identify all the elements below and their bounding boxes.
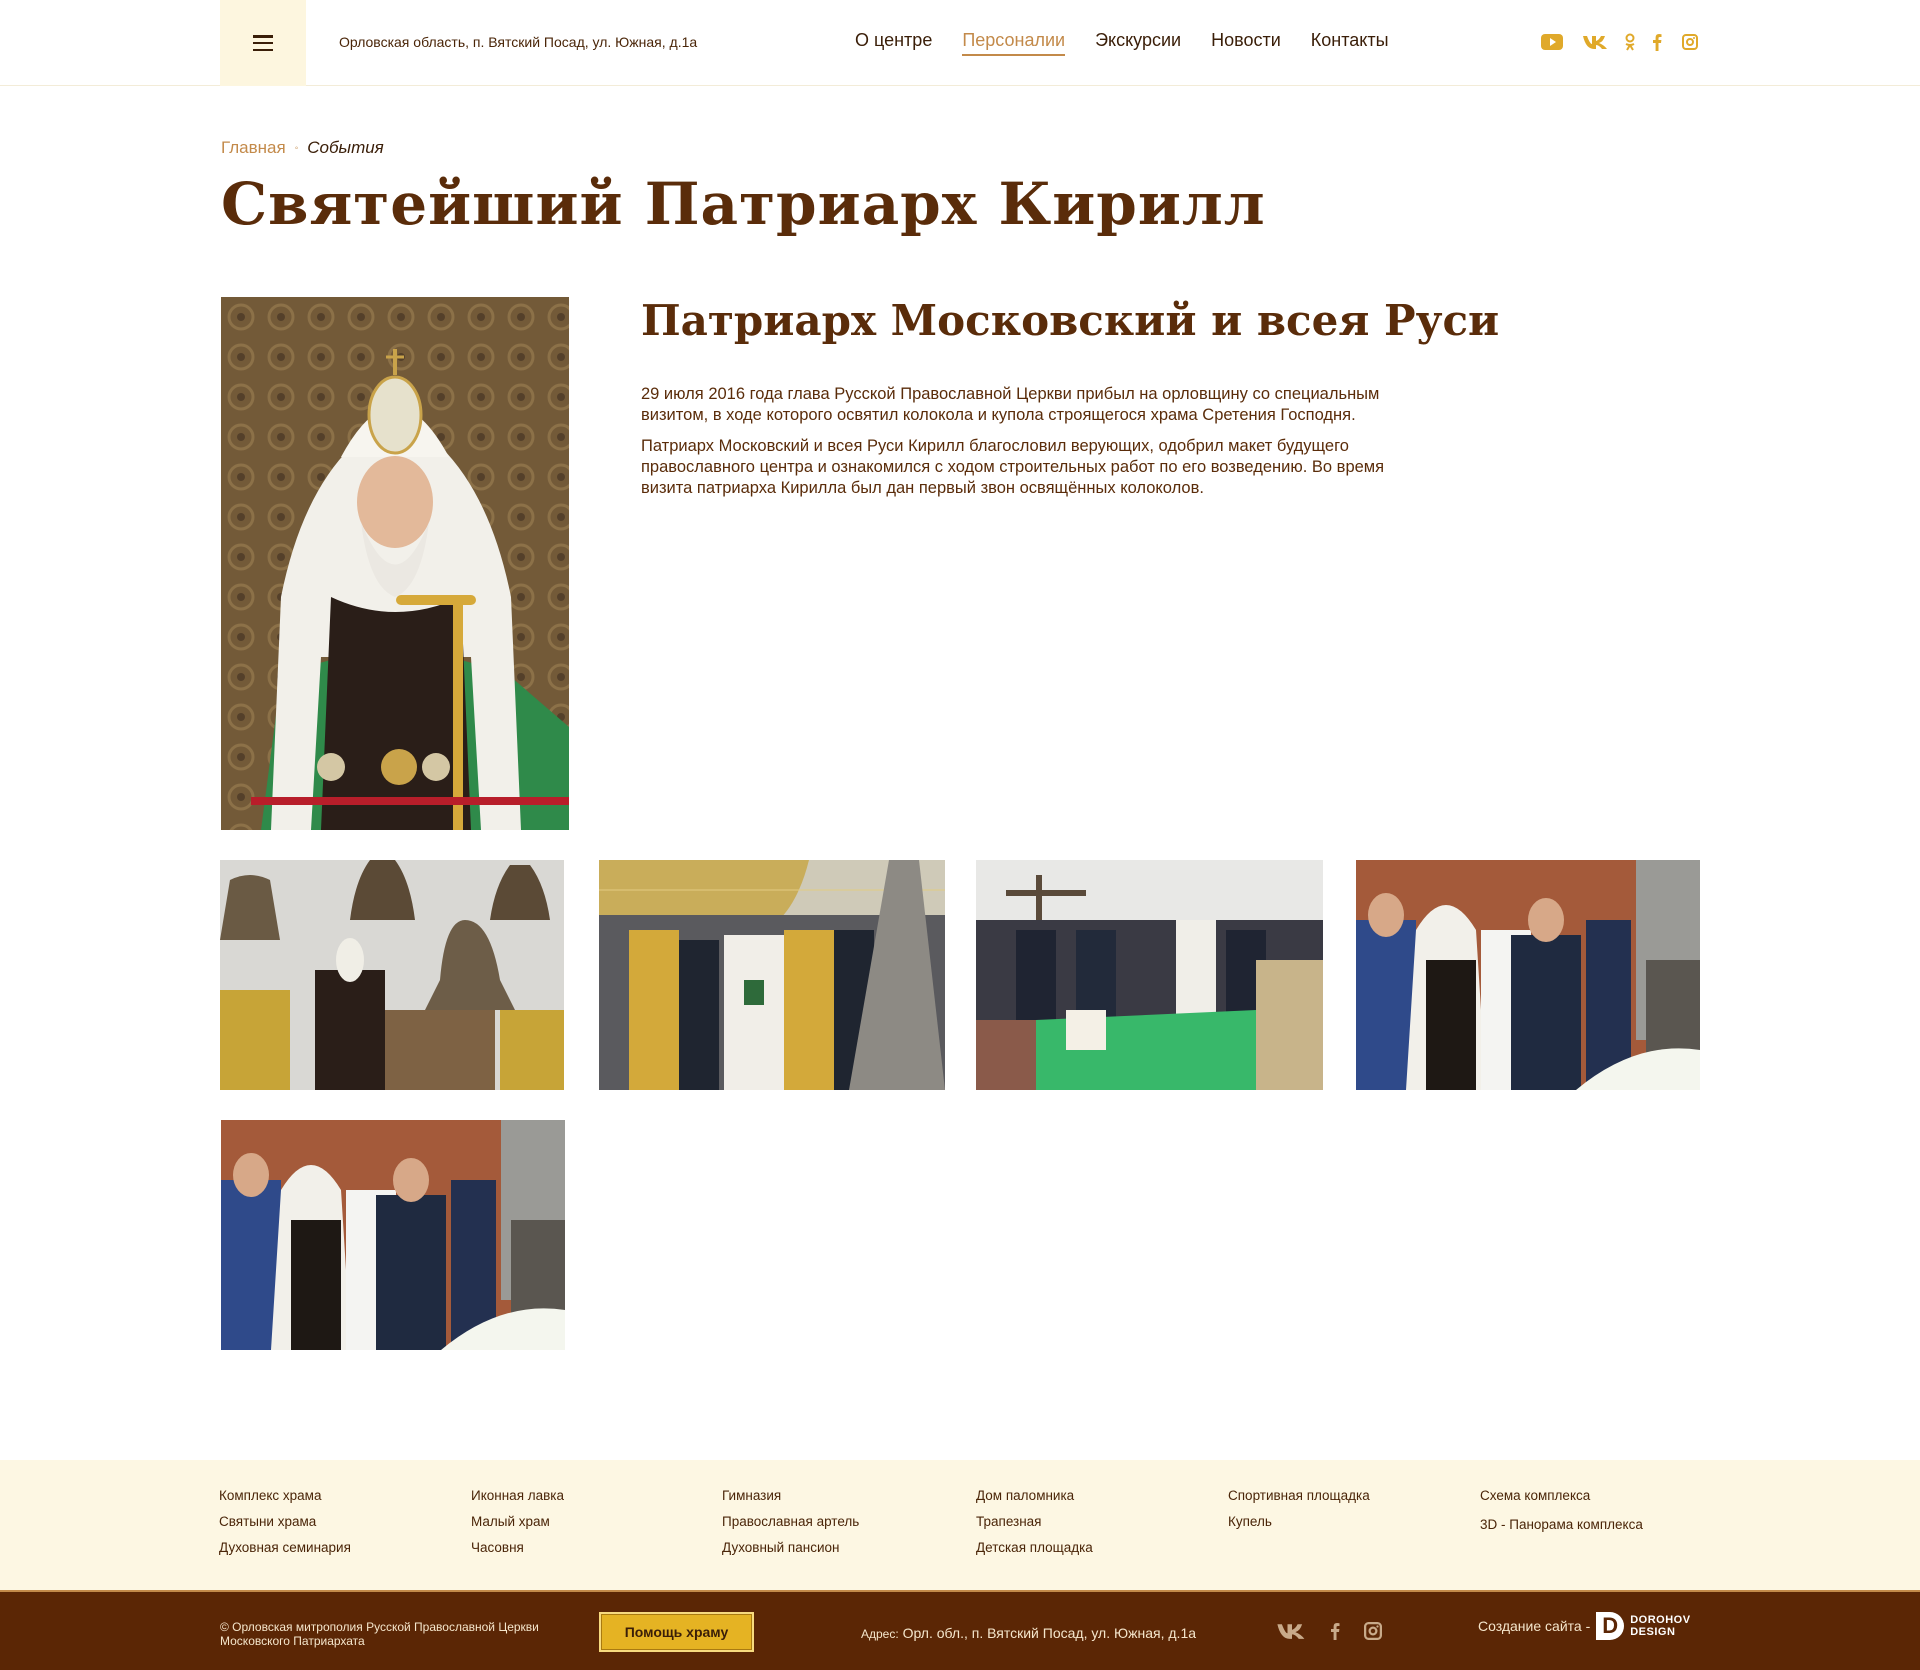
nav-item-contacts[interactable]: Контакты	[1311, 30, 1389, 56]
credit-text: Создание сайта -	[1478, 1618, 1591, 1634]
footer-column: Иконная лавка Малый храм Часовня	[471, 1488, 564, 1556]
footer-links: Комплекс храма Святыни храма Духовная се…	[0, 1460, 1920, 1590]
footer-link[interactable]: Дом паломника	[976, 1488, 1093, 1504]
odnoklassniki-icon[interactable]	[1624, 32, 1636, 52]
gallery-photo-dome-blessing[interactable]	[599, 860, 945, 1090]
youtube-icon[interactable]	[1540, 32, 1564, 52]
gallery-photo-group-1[interactable]	[1356, 860, 1700, 1090]
nav-item-news[interactable]: Новости	[1211, 30, 1281, 56]
main-nav: О центре Персоналии Экскурсии Новости Ко…	[855, 30, 1419, 56]
footer-link[interactable]: Трапезная	[976, 1514, 1093, 1530]
footer-social	[1276, 1620, 1382, 1642]
footer-address-value: Орл. обл., п. Вятский Посад, ул. Южная, …	[902, 1625, 1197, 1641]
description-paragraph: 29 июля 2016 года глава Русской Правосла…	[641, 385, 1380, 424]
facebook-icon[interactable]	[1652, 32, 1662, 52]
footer-link[interactable]: 3D - Панорама комплекса	[1480, 1517, 1643, 1533]
content-subtitle: Патриарх Московский и всея Руси	[641, 296, 1500, 345]
gallery-photo-bells[interactable]	[220, 860, 564, 1090]
footer-link[interactable]: Схема комплекса	[1480, 1488, 1643, 1504]
gallery-photo-model-complex[interactable]	[976, 860, 1323, 1090]
credit-brand-line: DOROHOV	[1630, 1614, 1691, 1626]
developer-credit[interactable]: Создание сайта - D DOROHOV DESIGN	[1478, 1612, 1691, 1640]
footer-link[interactable]: Духовная семинария	[219, 1540, 351, 1556]
copyright-text: © Орловская митрополия Русской Православ…	[220, 1620, 539, 1648]
footer-link[interactable]: Иконная лавка	[471, 1488, 564, 1504]
footer-link[interactable]: Комплекс храма	[219, 1488, 351, 1504]
facebook-icon[interactable]	[1330, 1620, 1340, 1642]
breadcrumb-current: События	[307, 138, 384, 157]
credit-brand-line: DESIGN	[1630, 1626, 1676, 1638]
vk-icon[interactable]	[1276, 1620, 1308, 1642]
content-description: 29 июля 2016 года глава Русской Правосла…	[641, 384, 1421, 509]
header-social	[1540, 32, 1698, 52]
dorohov-logo-icon: D	[1596, 1612, 1625, 1640]
breadcrumb-home-link[interactable]: Главная	[221, 138, 286, 158]
site-header: Орловская область, п. Вятский Посад, ул.…	[0, 0, 1920, 86]
footer-link[interactable]: Малый храм	[471, 1514, 564, 1530]
footer-column: Комплекс храма Святыни храма Духовная се…	[219, 1488, 351, 1556]
footer-link[interactable]: Православная артель	[722, 1514, 859, 1530]
nav-item-about[interactable]: О центре	[855, 30, 932, 56]
breadcrumb-separator: ◦	[294, 142, 299, 154]
header-address: Орловская область, п. Вятский Посад, ул.…	[339, 34, 698, 50]
credit-brand: DOROHOV DESIGN	[1630, 1614, 1690, 1638]
footer-column: Схема комплекса 3D - Панорама комплекса	[1480, 1488, 1643, 1533]
menu-button[interactable]	[220, 0, 306, 86]
footer-column: Дом паломника Трапезная Детская площадка	[976, 1488, 1093, 1556]
patriarch-portrait-image	[221, 297, 569, 830]
breadcrumb: Главная ◦ События	[221, 138, 384, 158]
nav-item-personalities[interactable]: Персоналии	[962, 30, 1066, 56]
donate-button[interactable]: Помощь храму	[599, 1612, 754, 1652]
footer-link[interactable]: Купель	[1228, 1514, 1370, 1530]
footer-address-label: Адрес:	[861, 1627, 899, 1641]
gallery-photo-group-2[interactable]	[221, 1120, 565, 1350]
description-paragraph: Патриарх Московский и всея Руси Кирилл б…	[641, 437, 1385, 497]
footer-link[interactable]: Святыни храма	[219, 1514, 351, 1530]
footer-link[interactable]: Гимназия	[722, 1488, 859, 1504]
footer-link[interactable]: Спортивная площадка	[1228, 1488, 1370, 1504]
hamburger-icon	[253, 35, 273, 51]
footer-column: Гимназия Православная артель Духовный па…	[722, 1488, 859, 1556]
instagram-icon[interactable]	[1682, 32, 1698, 52]
vk-icon[interactable]	[1582, 32, 1610, 52]
footer-link[interactable]: Детская площадка	[976, 1540, 1093, 1556]
instagram-icon[interactable]	[1364, 1620, 1382, 1642]
footer-link[interactable]: Духовный пансион	[722, 1540, 859, 1556]
nav-item-excursions[interactable]: Экскурсии	[1095, 30, 1181, 56]
footer-link[interactable]: Часовня	[471, 1540, 564, 1556]
site-footer: © Орловская митрополия Русской Православ…	[0, 1590, 1920, 1670]
footer-column: Спортивная площадка Купель	[1228, 1488, 1370, 1530]
page-title: Святейший Патриарх Кирилл	[221, 170, 1266, 238]
footer-address: Адрес: Орл. обл., п. Вятский Посад, ул. …	[861, 1625, 1196, 1641]
